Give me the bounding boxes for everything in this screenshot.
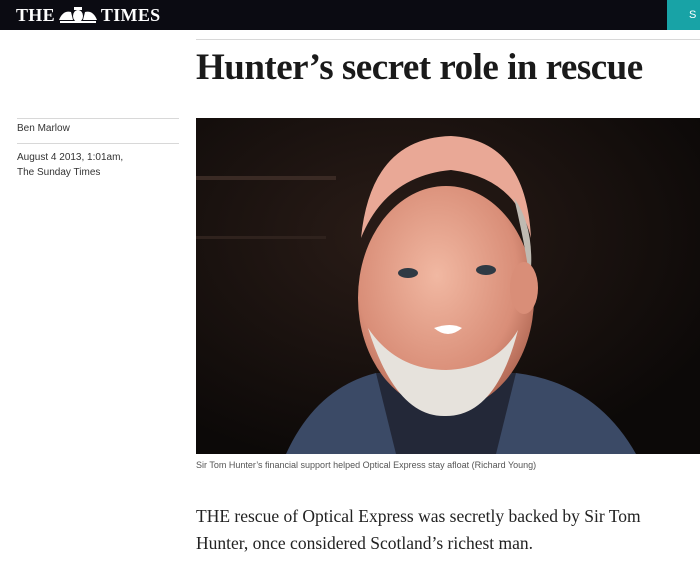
byline-divider-top	[17, 118, 179, 119]
masthead-bar: THE TIMES S	[0, 0, 700, 30]
portrait-illustration	[196, 118, 700, 454]
byline-divider-bottom	[17, 143, 179, 144]
author-link[interactable]: Ben Marlow	[17, 123, 70, 134]
article-body-paragraph: THE rescue of Optical Express was secret…	[196, 506, 641, 553]
headline-divider	[196, 39, 700, 40]
times-logo[interactable]: THE TIMES	[16, 3, 160, 27]
logo-word-the: THE	[16, 4, 55, 25]
logo-word-times: TIMES	[100, 4, 161, 25]
publish-date: August 4 2013, 1:01am,	[17, 152, 124, 163]
publication-name: The Sunday Times	[17, 167, 101, 178]
subscribe-button[interactable]: S	[667, 0, 700, 30]
article-headline: Hunter’s secret role in rescue	[196, 47, 643, 88]
article-photo	[196, 118, 700, 454]
image-caption: Sir Tom Hunter’s financial support helpe…	[196, 460, 537, 470]
royal-crest-icon	[58, 7, 97, 23]
dateline: August 4 2013, 1:01am, The Sunday Times	[17, 150, 123, 180]
